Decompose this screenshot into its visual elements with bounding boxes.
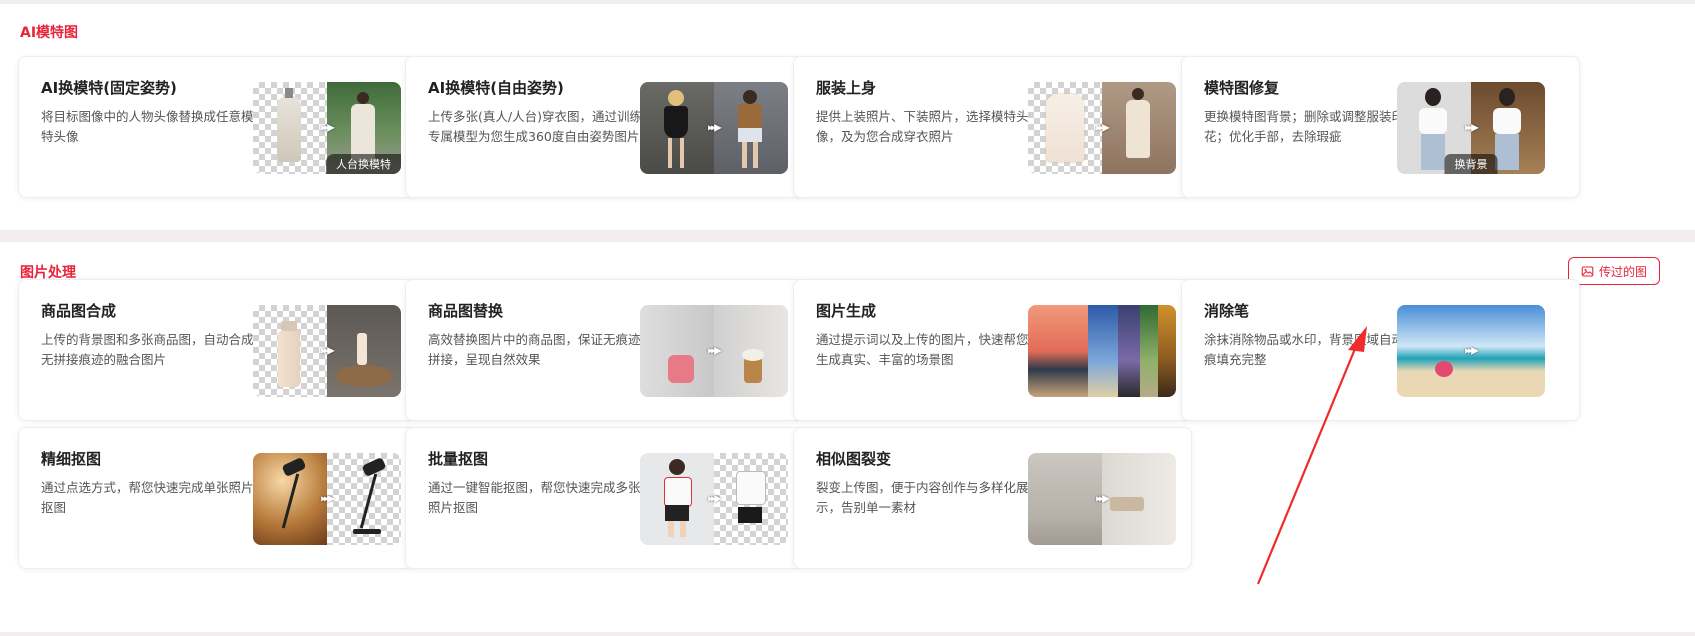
room-after <box>1102 453 1176 545</box>
arrow-icon: ▸▸▶ <box>321 493 335 505</box>
card-ai-model-free-pose[interactable]: AI换模特(自由姿势) 上传多张(真人/人台)穿衣图，通过训练专属模型为您生成3… <box>405 56 804 198</box>
thumbnail-badge: 人台换模特 <box>326 154 401 174</box>
card-title: AI换模特(自由姿势) <box>428 79 564 97</box>
card-thumbnail: ▸▸▶ <box>640 82 788 174</box>
card-precise-cutout[interactable]: 精细抠图 通过点选方式，帮您快速完成单张照片抠图 ▸▸▶ <box>18 427 417 569</box>
card-title: 模特图修复 <box>1204 79 1280 97</box>
arrow-icon: ▸▸▶ <box>708 345 722 357</box>
card-title: AI换模特(固定姿势) <box>41 79 177 97</box>
card-thumbnail: ▸▸▶ <box>1397 305 1545 397</box>
card-thumbnail: ▸▸▶ <box>640 453 788 545</box>
card-description: 高效替换图片中的商品图，保证无痕迹拼接，呈现自然效果 <box>428 332 641 367</box>
card-thumbnail: ▸▸▶ 人台换模特 <box>253 82 401 174</box>
ai-model-section: AI模特图 AI换模特(固定姿势) 将目标图像中的人物头像替换成任意模特头像 ▸… <box>0 4 1695 230</box>
scene-before <box>640 305 714 397</box>
card-thumbnail: ▸▸▶ <box>253 305 401 397</box>
room-before <box>1028 453 1102 545</box>
card-description: 更换模特图背景；删除或调整服装印花；优化手部，去除瑕疵 <box>1204 109 1405 144</box>
dress-image <box>1028 82 1102 174</box>
card-product-image-replace[interactable]: 商品图替换 高效替换图片中的商品图，保证无痕迹拼接，呈现自然效果 ▸▸▶ <box>405 279 804 421</box>
card-thumbnail <box>1028 305 1176 397</box>
card-model-image-repair[interactable]: 模特图修复 更换模特图背景；删除或调整服装印花；优化手部，去除瑕疵 ▸▸▶ 换背… <box>1181 56 1580 198</box>
arrow-icon: ▸▸▶ <box>321 345 335 357</box>
thumbnail-badge: 换背景 <box>1444 154 1498 174</box>
card-thumbnail: ▸▸▶ <box>1028 82 1176 174</box>
card-description: 涂抹消除物品或水印，背景区域自动无痕填充完整 <box>1204 332 1417 367</box>
card-batch-cutout[interactable]: 批量抠图 通过一键智能抠图，帮您快速完成多张照片抠图 ▸▸▶ <box>405 427 804 569</box>
card-title: 服装上身 <box>816 79 877 97</box>
card-thumbnail: ▸▸▶ <box>640 305 788 397</box>
card-eraser[interactable]: 消除笔 涂抹消除物品或水印，背景区域自动无痕填充完整 ▸▸▶ <box>1181 279 1580 421</box>
model-photo <box>1102 82 1176 174</box>
card-description: 通过一键智能抠图，帮您快速完成多张照片抠图 <box>428 480 641 515</box>
card-description: 将目标图像中的人物头像替换成任意模特头像 <box>41 109 254 144</box>
model-photo-before <box>640 82 714 174</box>
card-description: 通过点选方式，帮您快速完成单张照片抠图 <box>41 480 254 515</box>
card-thumbnail: ▸▸▶ <box>1028 453 1176 545</box>
section-title-ai-model: AI模特图 <box>20 25 79 41</box>
card-title: 精细抠图 <box>41 450 102 468</box>
card-description: 上传的背景图和多张商品图，自动合成无拼接痕迹的融合图片 <box>41 332 254 367</box>
dusk-image <box>1118 305 1140 397</box>
card-title: 图片生成 <box>816 302 877 320</box>
sunset-beach-image <box>1028 305 1088 397</box>
arrow-icon: ▸▸▶ <box>321 122 335 134</box>
arrow-icon: ▸▸▶ <box>708 122 722 134</box>
image-processing-section: 图片处理 传过的图 商品图合成 上传的背景图和多张商品图，自动合成无拼接痕迹的融… <box>0 242 1695 632</box>
card-title: 相似图裂变 <box>816 450 892 468</box>
card-description: 通过提示词以及上传的图片，快速帮您生成真实、丰富的场景图 <box>816 332 1029 367</box>
child-photo <box>640 453 714 545</box>
mannequin-image <box>253 82 327 174</box>
card-similar-image-variation[interactable]: 相似图裂变 裂变上传图，便于内容创作与多样化展示，告别单一素材 ▸▸▶ <box>793 427 1192 569</box>
card-image-generation[interactable]: 图片生成 通过提示词以及上传的图片，快速帮您生成真实、丰富的场景图 <box>793 279 1192 421</box>
uploaded-images-label: 传过的图 <box>1598 264 1647 279</box>
card-title: 商品图替换 <box>428 302 504 320</box>
composite-photo <box>327 305 401 397</box>
card-clothing-try-on[interactable]: 服装上身 提供上装照片、下装照片，选择模特头像，及为您合成穿衣照片 ▸▸▶ <box>793 56 1192 198</box>
arrow-icon: ▸▸▶ <box>1465 122 1479 134</box>
beach-after <box>1471 305 1545 397</box>
sea-image <box>1088 305 1118 397</box>
lamp-photo <box>253 453 327 545</box>
beach-before <box>1397 305 1471 397</box>
card-thumbnail: ▸▸▶ 换背景 <box>1397 82 1545 174</box>
card-title: 批量抠图 <box>428 450 489 468</box>
lamp-cutout <box>327 453 401 545</box>
arrow-icon: ▸▸▶ <box>1465 345 1479 357</box>
card-description: 提供上装照片、下装照片，选择模特头像，及为您合成穿衣照片 <box>816 109 1029 144</box>
image-icon <box>1581 266 1594 276</box>
card-product-image-compose[interactable]: 商品图合成 上传的背景图和多张商品图，自动合成无拼接痕迹的融合图片 ▸▸▶ <box>18 279 417 421</box>
arrow-icon: ▸▸▶ <box>708 493 722 505</box>
card-thumbnail: ▸▸▶ <box>253 453 401 545</box>
uploaded-images-button[interactable]: 传过的图 <box>1567 257 1660 285</box>
arrow-icon: ▸▸▶ <box>1096 122 1110 134</box>
card-description: 裂变上传图，便于内容创作与多样化展示，告别单一素材 <box>816 480 1029 515</box>
card-description: 上传多张(真人/人台)穿衣图，通过训练专属模型为您生成360度自由姿势图片 <box>428 109 642 144</box>
bottle-cutout <box>253 305 327 397</box>
card-ai-model-fixed-pose[interactable]: AI换模特(固定姿势) 将目标图像中的人物头像替换成任意模特头像 ▸▸▶ 人台换… <box>18 56 417 198</box>
clothes-cutout <box>714 453 788 545</box>
card-title: 商品图合成 <box>41 302 117 320</box>
autumn-image <box>1158 305 1176 397</box>
model-photo-after <box>714 82 788 174</box>
scene-after <box>714 305 788 397</box>
arrow-icon: ▸▸▶ <box>1096 493 1110 505</box>
card-title: 消除笔 <box>1204 302 1250 320</box>
forest-image <box>1140 305 1158 397</box>
